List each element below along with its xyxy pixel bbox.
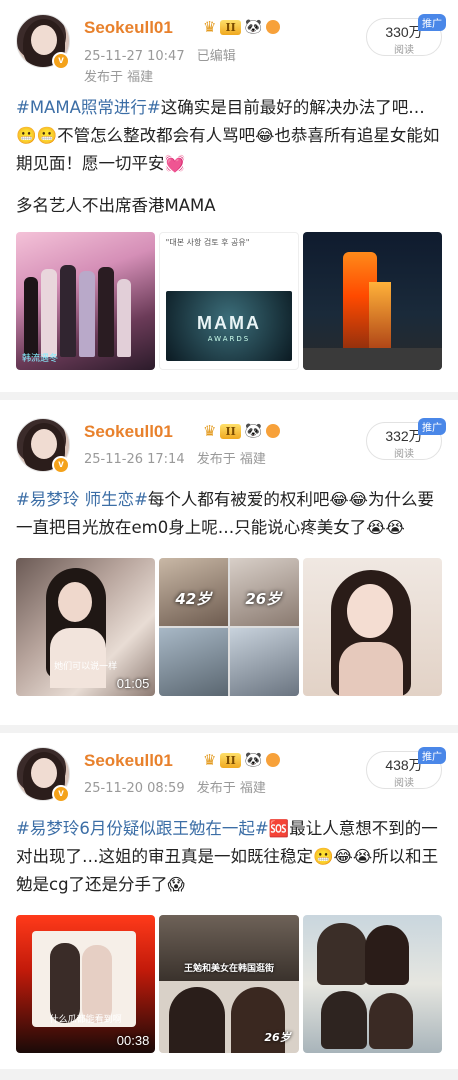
news-headline: "대본 사항 검토 후 공유" [165,238,250,247]
promote-button[interactable]: 推广 [418,14,446,31]
post-image[interactable] [302,558,442,696]
views-label: 阅读 [394,778,414,789]
image-caption: 王勉和美女在韩国逛街 [183,964,274,974]
post-video[interactable]: 什么瓜都能看到啊 00:38 [16,915,156,1053]
username[interactable]: Seokeull01 [84,751,173,771]
image-grid: 什么瓜都能看到啊 00:38 王勉和美女在韩国逛街 26岁 [0,899,458,1067]
post-time: 25-11-27 10:47 已编辑 [84,45,236,64]
panda-icon: 🐼 [244,752,263,768]
post[interactable]: v Seokeull01 ♛ II 🐼 25-11-26 17:14 发布于 福… [0,400,458,725]
video-caption: 她们可以说一样 [54,662,118,672]
post-text: #易梦玲6月份疑似跟王勉在一起#🆘最让人意想不到的一对出现了…这姐的审丑真是一如… [0,815,458,899]
post[interactable]: v Seokeull01 ♛ II 🐼 25-11-20 08:59 发布于 福… [0,733,458,1069]
age-label: 26岁 [264,1031,291,1044]
post-image-collage[interactable]: 42岁 26岁 [159,558,299,696]
timestamp: 25-11-27 10:47 [84,49,185,64]
level-badge: II [220,19,241,35]
panda-icon: 🐼 [244,19,263,35]
post-header: v Seokeull01 ♛ II 🐼 25-11-27 10:47 已编辑 发… [0,0,458,86]
username[interactable]: Seokeull01 [84,18,173,38]
age-label: 26岁 [245,590,282,608]
post-header: v Seokeull01 ♛ II 🐼 25-11-26 17:14 发布于 福… [0,400,458,478]
post[interactable]: v Seokeull01 ♛ II 🐼 25-11-27 10:47 已编辑 发… [0,0,458,392]
image-grid: 她们可以说一样 01:05 42岁 26岁 [0,542,458,710]
crown-icon: ♛ [203,18,217,36]
age-label: 42岁 [175,590,212,608]
post-image[interactable]: 韩流遇冬 [16,232,155,370]
promote-button[interactable]: 推广 [418,747,446,764]
video-duration: 01:05 [116,676,150,691]
image-caption: 韩流遇冬 [22,354,59,364]
post-image[interactable] [303,232,443,370]
crown-icon: ♛ [203,422,217,440]
image-grid: 韩流遇冬 "대본 사항 검토 후 공유" MAMA AWARDS [0,220,458,384]
fan-badge-icon [266,753,281,767]
post-image[interactable] [302,915,442,1053]
timestamp: 25-11-26 17:14 [84,452,185,467]
hashtag-link[interactable]: #易梦玲6月份疑似跟王勉在一起# [16,819,269,838]
verified-badge-icon: v [52,785,70,803]
user-badges: ♛ II 🐼 [203,420,281,442]
post-image[interactable]: "대본 사항 검토 후 공유" MAMA AWARDS [158,232,300,370]
post-image-collage[interactable]: 王勉和美女在韩国逛街 26岁 [159,915,299,1053]
posted-from: 发布于 福建 [196,452,266,467]
hashtag-link[interactable]: #易梦玲 师生恋# [16,490,148,509]
level-badge: II [220,752,241,768]
fan-badge-icon [266,20,281,34]
post-video[interactable]: 她们可以说一样 01:05 [16,558,156,696]
post-extra-line: 多名艺人不出席香港MAMA [16,196,216,215]
verified-badge-icon: v [52,52,70,70]
posted-from: 发布于 福建 [84,70,154,85]
user-badges: ♛ II 🐼 [203,749,281,771]
mama-sub: AWARDS [207,335,251,343]
level-badge: II [220,423,241,439]
post-time: 25-11-26 17:14 发布于 福建 [84,448,266,467]
feed: v Seokeull01 ♛ II 🐼 25-11-27 10:47 已编辑 发… [0,0,458,1069]
posted-from: 发布于 福建 [196,781,266,796]
username[interactable]: Seokeull01 [84,422,173,442]
video-caption: 什么瓜都能看到啊 [49,1015,122,1025]
edited-label: 已编辑 [196,49,236,64]
video-duration: 00:38 [116,1033,150,1048]
panda-icon: 🐼 [244,423,263,439]
promote-button[interactable]: 推广 [418,418,446,435]
post-header: v Seokeull01 ♛ II 🐼 25-11-20 08:59 发布于 福… [0,733,458,805]
user-badges: ♛ II 🐼 [203,16,281,38]
mama-logo: MAMA [197,313,261,333]
fan-badge-icon [266,424,281,438]
crown-icon: ♛ [203,751,217,769]
post-text: #易梦玲 师生恋#每个人都有被爱的权利吧😂😂为什么要一直把目光放在em0身上呢…… [0,486,458,542]
hashtag-link[interactable]: #MAMA照常进行# [16,98,161,117]
timestamp: 25-11-20 08:59 [84,781,185,796]
views-label: 阅读 [394,45,414,56]
views-label: 阅读 [394,449,414,460]
verified-badge-icon: v [52,456,70,474]
post-text: #MAMA照常进行#这确实是目前最好的解决办法了吧…😬😬不管怎么整改都会有人骂吧… [0,94,458,178]
post-time: 25-11-20 08:59 发布于 福建 [84,777,266,796]
